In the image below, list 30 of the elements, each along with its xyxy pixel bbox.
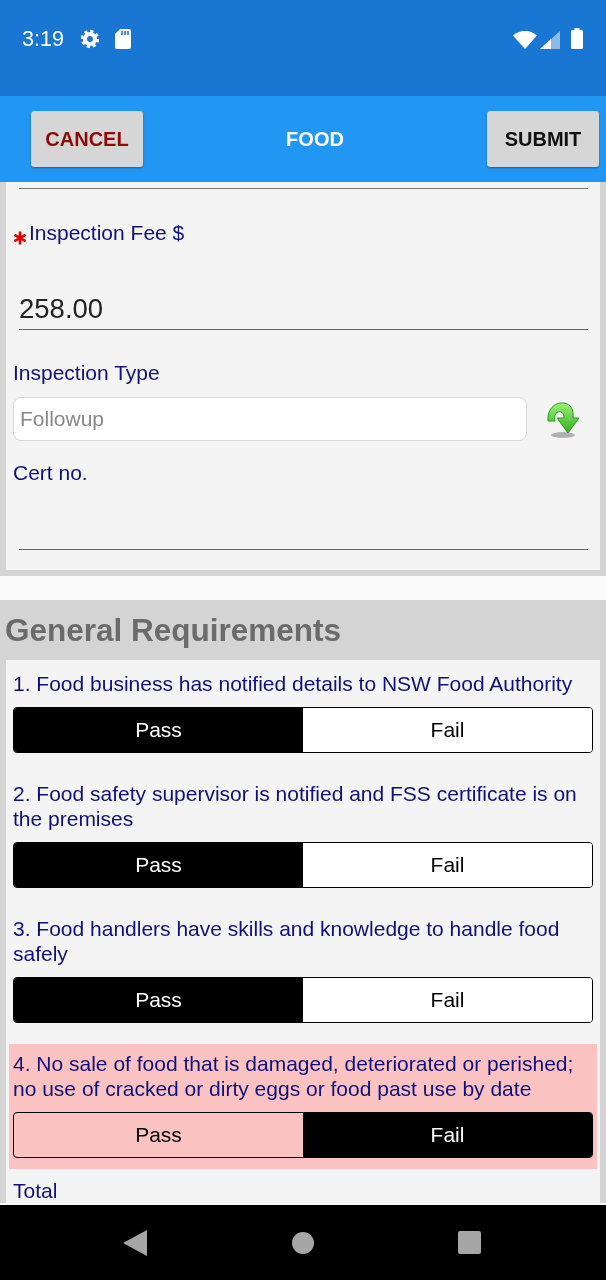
- toggle-option[interactable]: Fail: [303, 843, 592, 887]
- settings-icon: [79, 29, 100, 49]
- home-icon[interactable]: [292, 1231, 314, 1254]
- wifi-icon: [513, 31, 537, 49]
- toggle-option[interactable]: Pass: [14, 708, 303, 752]
- field-label: Cert no.: [13, 461, 88, 485]
- battery-icon: [571, 28, 583, 49]
- toggle-option[interactable]: Pass: [14, 1113, 303, 1157]
- submit-button[interactable]: SUBMIT: [487, 111, 599, 167]
- requirement-text: 2. Food safety supervisor is notified and FSS certificate is on the premises: [13, 781, 578, 831]
- status-time: 3:19: [22, 27, 64, 51]
- toggle-option[interactable]: Fail: [303, 708, 592, 752]
- toggle-option[interactable]: Fail: [303, 1113, 592, 1157]
- toggle-option[interactable]: Pass: [14, 843, 303, 887]
- cancel-button[interactable]: CANCEL: [31, 111, 143, 167]
- dropdown-field[interactable]: Followup: [13, 397, 527, 441]
- requirement-text: 4. No sale of food that is damaged, deteriorated or perished; no use of cracked or dirty eggs or food past use by date: [13, 1051, 575, 1101]
- section-title: General Requirements: [5, 611, 342, 649]
- screen-title: FOOD: [285, 127, 345, 151]
- field-label: Inspection Fee $: [29, 221, 185, 245]
- field-label: Inspection Type: [13, 361, 160, 385]
- requirement-text: 3. Food handlers have skills and knowledge to handle food safely: [13, 916, 561, 966]
- requirement-text: 1. Food business has notified details to NSW Food Authority: [13, 671, 574, 696]
- toggle-option[interactable]: Fail: [303, 978, 592, 1022]
- back-icon[interactable]: [123, 1229, 147, 1256]
- toggle-option[interactable]: Pass: [14, 978, 303, 1022]
- total-label: Total: [12, 1179, 59, 1203]
- text-input-field[interactable]: 258.00: [19, 288, 588, 330]
- sd-card-icon: [114, 29, 131, 49]
- signal-icon: [540, 31, 560, 49]
